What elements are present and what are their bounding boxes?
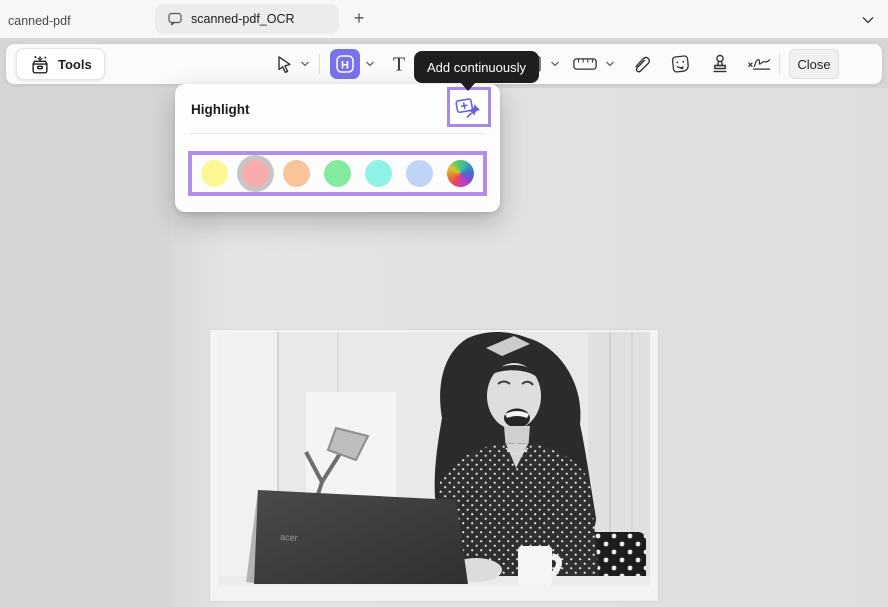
tab-label: scanned-pdf_OCR (191, 12, 295, 26)
tab-scanned-pdf[interactable]: canned-pdf (2, 10, 77, 32)
text-tool-icon[interactable]: T (386, 51, 412, 77)
measure-dropdown-chevron-icon[interactable] (604, 58, 616, 70)
toolbox-icon (29, 54, 51, 75)
swatch-rainbow[interactable] (447, 160, 474, 187)
swatch-cyan[interactable] (365, 160, 392, 187)
svg-text:T: T (393, 54, 405, 76)
tools-button[interactable]: Tools (16, 48, 105, 80)
measure-ruler-icon[interactable] (572, 51, 598, 77)
highlight-tool-active[interactable]: H (330, 49, 360, 79)
highlight-popup-title: Highlight (191, 102, 249, 117)
tab-scanned-pdf-ocr[interactable]: scanned-pdf_OCR (155, 4, 339, 34)
tab-bar: canned-pdf scanned-pdf_OCR + (0, 0, 888, 38)
highlight-dropdown-chevron-icon[interactable] (364, 58, 376, 70)
add-continuously-pin-button[interactable] (447, 87, 491, 127)
pointer-dropdown-chevron-icon[interactable] (299, 58, 311, 70)
highlight-popup: Highlight (175, 84, 500, 212)
shape-dropdown-chevron-icon[interactable] (549, 58, 561, 70)
swatch-yellow[interactable] (201, 160, 228, 187)
paperclip-attachment-icon[interactable] (628, 51, 654, 77)
toolbar-divider (779, 54, 780, 74)
select-pointer-icon[interactable] (271, 51, 297, 77)
highlight-glyph: H (341, 59, 349, 71)
close-button[interactable]: Close (789, 49, 839, 79)
stamp-icon[interactable] (707, 51, 733, 77)
swatch-pink[interactable] (242, 160, 269, 187)
popup-divider (190, 133, 485, 134)
new-tab-button[interactable]: + (346, 5, 372, 31)
swatch-green[interactable] (324, 160, 351, 187)
highlight-color-row (188, 151, 487, 196)
pdf-editor-window: canned-pdf scanned-pdf_OCR + are already… (0, 0, 888, 607)
swatch-blue[interactable] (406, 160, 433, 187)
add-continuously-tooltip: Add continuously (414, 51, 539, 83)
swatch-peach[interactable] (283, 160, 310, 187)
photo-woman-laughing-laptop: acer (210, 330, 658, 601)
tools-label: Tools (58, 57, 92, 72)
chevron-down-icon[interactable] (858, 10, 878, 30)
svg-text:acer: acer (280, 532, 298, 543)
comment-bubble-icon (167, 11, 183, 27)
sticker-smiley-icon[interactable] (667, 51, 693, 77)
toolbar-divider (319, 54, 320, 74)
signature-icon[interactable] (746, 51, 772, 77)
pin-card-icon (454, 94, 484, 120)
